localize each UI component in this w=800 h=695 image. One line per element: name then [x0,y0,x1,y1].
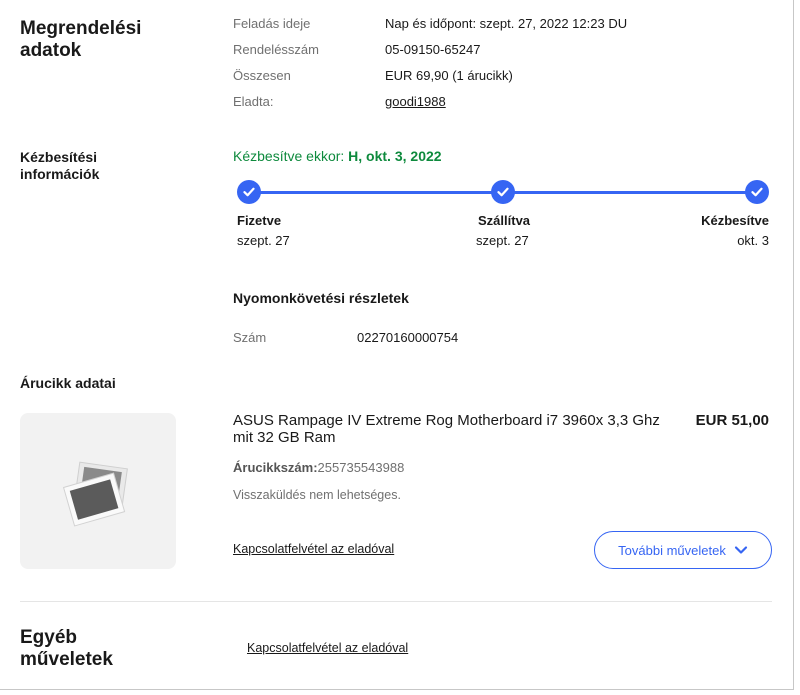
item-price: EUR 51,00 [695,412,769,429]
item-number: Árucikkszám:255735543988 [233,460,404,475]
section-divider [20,601,772,602]
step-shipped-check-icon [491,180,515,204]
delivery-status-date: H, okt. 3, 2022 [348,148,442,164]
item-number-label: Árucikkszám: [233,460,318,475]
seller-label: Eladta: [233,94,274,109]
return-policy-text: Visszaküldés nem lehetséges. [233,488,401,502]
delivery-section-title: Kézbesítési információk [20,149,100,182]
step-shipped-name: Szállítva [478,213,531,228]
order-total-value: EUR 69,90 (1 árucikk) [385,68,513,83]
contact-seller-link[interactable]: Kapcsolatfelvétel az eladóval [233,542,394,556]
step-delivered-check-icon [745,180,769,204]
step-paid-date: szept. 27 [237,233,290,248]
more-actions-label: További műveletek [618,542,726,558]
order-date-label: Feladás ideje [233,16,311,31]
order-number-value: 05-09150-65247 [385,42,481,57]
order-section-title: Megrendelési adatok [20,18,142,61]
order-total-label: Összesen [233,68,291,83]
delivery-status: Kézbesítve ekkor: H, okt. 3, 2022 [233,148,442,164]
seller-link[interactable]: goodi1988 [385,94,446,109]
delivery-status-prefix: Kézbesítve ekkor: [233,148,349,164]
item-image-placeholder[interactable] [20,413,176,569]
other-contact-seller-link[interactable]: Kapcsolatfelvétel az eladóval [247,641,408,655]
chevron-down-icon [734,546,747,554]
tracking-number-value: 02270160000754 [357,330,459,345]
step-shipped-date: szept. 27 [476,233,529,248]
image-placeholder-icon [62,461,128,527]
order-details-card: Megrendelési adatok Feladás ideje Nap és… [0,0,794,690]
order-date-value: Nap és időpont: szept. 27, 2022 12:23 DU [385,16,628,31]
item-number-value: 255735543988 [317,460,405,475]
tracking-number-label: Szám [233,330,267,345]
step-delivered-name: Kézbesítve [701,213,769,228]
item-section-title: Árucikk adatai [20,375,116,391]
step-paid-name: Fizetve [237,213,282,228]
step-delivered-date: okt. 3 [737,233,769,248]
other-actions-title: Egyéb műveletek [20,627,113,670]
order-number-label: Rendelésszám [233,42,319,57]
item-title[interactable]: ASUS Rampage IV Extreme Rog Motherboard … [233,412,673,446]
step-paid-check-icon [237,180,261,204]
tracking-title: Nyomonkövetési részletek [233,290,409,306]
more-actions-button[interactable]: További műveletek [594,531,772,569]
